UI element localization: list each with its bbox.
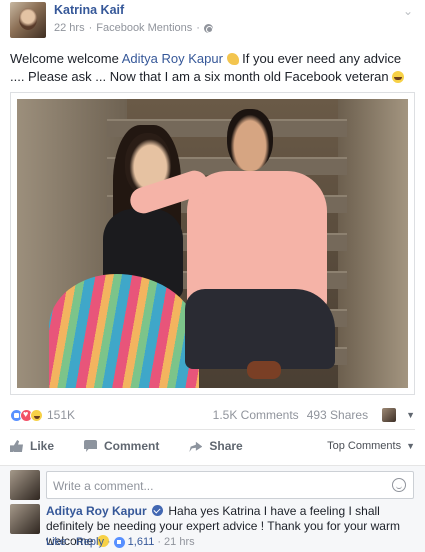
caret-down-icon: ▼ bbox=[406, 441, 415, 451]
share-icon bbox=[189, 441, 203, 452]
thumbs-up-icon bbox=[10, 440, 23, 452]
commenter-name[interactable]: Aditya Roy Kapur bbox=[46, 504, 147, 518]
post-text: Welcome welcome Aditya Roy Kapur If you … bbox=[10, 50, 415, 86]
top-comments-dropdown[interactable]: Top Comments ▼ bbox=[327, 440, 415, 452]
caret-down-icon[interactable]: ▼ bbox=[406, 410, 415, 420]
post-text-part1: Welcome welcome bbox=[10, 51, 122, 66]
smiley-icon[interactable] bbox=[392, 478, 406, 492]
author-name[interactable]: Katrina Kaif bbox=[54, 3, 124, 17]
author-avatar[interactable] bbox=[10, 2, 46, 38]
post-header: Katrina Kaif 22 hrs · Facebook Mentions … bbox=[10, 0, 415, 44]
meta-separator: · bbox=[88, 22, 93, 34]
viewer-avatar[interactable] bbox=[10, 470, 40, 500]
reaction-icons[interactable] bbox=[10, 408, 43, 422]
share-button[interactable]: Share bbox=[189, 439, 243, 453]
chevron-down-icon[interactable]: ⌄ bbox=[403, 4, 413, 18]
post-source: Facebook Mentions bbox=[96, 22, 193, 34]
post-photo[interactable] bbox=[17, 99, 408, 388]
meta-separator: · bbox=[157, 536, 162, 548]
viewer-avatar[interactable] bbox=[382, 408, 397, 422]
comment-label: Comment bbox=[104, 439, 160, 453]
post-time[interactable]: 22 hrs bbox=[54, 22, 85, 34]
meta-separator: · bbox=[106, 536, 111, 548]
photo-man-face bbox=[227, 109, 273, 171]
shares-count[interactable]: 493 Shares bbox=[307, 408, 368, 422]
comment-button[interactable]: Comment bbox=[84, 439, 159, 453]
comment-like-link[interactable]: Like bbox=[46, 536, 66, 548]
facebook-post-card: Katrina Kaif 22 hrs · Facebook Mentions … bbox=[0, 0, 425, 552]
comment-input[interactable]: Write a comment... bbox=[46, 471, 414, 499]
commenter-avatar[interactable] bbox=[10, 504, 40, 534]
divider bbox=[10, 429, 415, 430]
action-bar: Like Comment Share Top Comments ▼ bbox=[10, 434, 415, 458]
comment-placeholder: Write a comment... bbox=[53, 479, 154, 493]
like-button[interactable]: Like bbox=[10, 439, 54, 453]
comment-actions: Like · Reply · 1,611 · 21 hrs bbox=[46, 536, 195, 548]
comment-icon bbox=[84, 440, 98, 452]
verified-badge-icon bbox=[152, 505, 164, 516]
laughing-emoji-icon bbox=[392, 71, 405, 83]
post-meta: 22 hrs · Facebook Mentions · bbox=[54, 22, 213, 34]
photo-man-shoe bbox=[247, 361, 281, 379]
mention-link[interactable]: Aditya Roy Kapur bbox=[122, 51, 223, 66]
comment-time[interactable]: 21 hrs bbox=[164, 536, 195, 548]
like-badge-icon bbox=[113, 536, 125, 548]
comments-count[interactable]: 1.5K Comments bbox=[213, 408, 299, 422]
globe-icon bbox=[203, 23, 213, 33]
post-photo-frame[interactable] bbox=[10, 92, 415, 395]
post-stats: 1.5K Comments 493 Shares ▼ bbox=[213, 408, 415, 422]
meta-separator: · bbox=[69, 536, 73, 548]
waving-hand-icon bbox=[226, 53, 239, 65]
comment-like-count[interactable]: 1,611 bbox=[128, 536, 155, 548]
comment-reply-link[interactable]: Reply bbox=[76, 536, 104, 548]
reaction-count[interactable]: 151K bbox=[47, 408, 75, 422]
meta-separator-2: · bbox=[196, 22, 200, 34]
share-label: Share bbox=[209, 439, 243, 453]
reactions-row: 151K 1.5K Comments 493 Shares ▼ bbox=[10, 405, 415, 425]
haha-reaction-icon bbox=[30, 408, 43, 422]
photo-man-pants bbox=[185, 289, 335, 369]
top-comments-label: Top Comments bbox=[327, 440, 402, 452]
like-label: Like bbox=[30, 439, 55, 453]
photo-wall-right bbox=[338, 99, 408, 388]
